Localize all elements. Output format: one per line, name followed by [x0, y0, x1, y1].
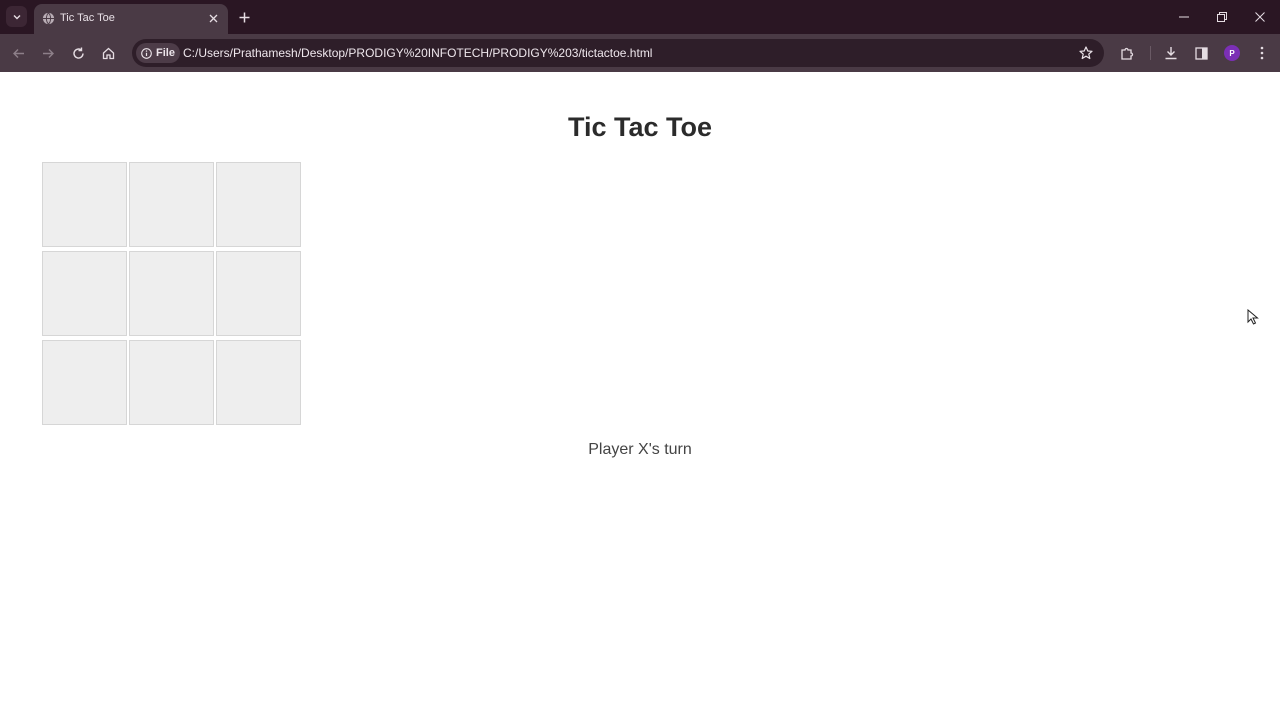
- board-cell[interactable]: [216, 251, 301, 336]
- home-icon: [102, 47, 114, 59]
- site-chip-label: File: [156, 47, 175, 59]
- restore-icon: [1217, 12, 1227, 22]
- url-text[interactable]: C:/Users/Prathamesh/Desktop/PRODIGY%20IN…: [183, 46, 652, 60]
- globe-icon: [42, 12, 55, 25]
- extensions-button[interactable]: [1118, 44, 1136, 62]
- star-icon: [1079, 46, 1093, 60]
- board-cell[interactable]: [129, 162, 214, 247]
- minimize-icon: [1179, 16, 1189, 18]
- game-title: Tic Tac Toe: [567, 112, 713, 142]
- home-button[interactable]: [99, 44, 117, 62]
- board-cell[interactable]: [216, 162, 301, 247]
- side-panel-button[interactable]: [1192, 44, 1210, 62]
- close-window-button[interactable]: [1252, 9, 1268, 25]
- info-icon: [141, 47, 152, 59]
- restore-button[interactable]: [1214, 9, 1230, 25]
- forward-button[interactable]: [39, 44, 57, 62]
- mouse-cursor-icon: [1247, 309, 1259, 325]
- address-bar[interactable]: File C:/Users/Prathamesh/Desktop/PRODIGY…: [132, 39, 1104, 67]
- download-icon: [1165, 47, 1177, 60]
- chevron-down-icon: [13, 14, 20, 19]
- bookmark-button[interactable]: [1078, 45, 1094, 61]
- side-panel-icon: [1194, 46, 1208, 60]
- plus-icon: [239, 12, 249, 22]
- turn-status: Player X's turn: [588, 441, 692, 458]
- board-cell[interactable]: [216, 340, 301, 425]
- close-icon: [1255, 12, 1265, 22]
- board-cell[interactable]: [129, 340, 214, 425]
- page-content: Tic Tac Toe Player X's turn: [0, 72, 1280, 720]
- board-cell[interactable]: [42, 251, 127, 336]
- browser-tab-active[interactable]: Tic Tac Toe: [34, 4, 228, 34]
- board-cell[interactable]: [42, 340, 127, 425]
- tab-search-button[interactable]: [6, 6, 27, 27]
- site-info-chip[interactable]: File: [136, 43, 180, 63]
- board-cell[interactable]: [129, 251, 214, 336]
- toolbar-divider: [1150, 46, 1151, 60]
- tab-title: Tic Tac Toe: [60, 12, 115, 24]
- board-cell[interactable]: [42, 162, 127, 247]
- reload-button[interactable]: [69, 44, 87, 62]
- back-arrow-icon: [12, 48, 24, 58]
- kebab-menu-icon: [1260, 46, 1264, 60]
- close-icon: [209, 14, 217, 22]
- tab-close-button[interactable]: [206, 11, 220, 25]
- back-button[interactable]: [9, 44, 27, 62]
- downloads-button[interactable]: [1162, 44, 1180, 62]
- browser-menu-button[interactable]: [1253, 44, 1271, 62]
- browser-tab-bar: Tic Tac Toe: [0, 0, 1280, 34]
- browser-toolbar: File C:/Users/Prathamesh/Desktop/PRODIGY…: [0, 34, 1280, 72]
- minimize-button[interactable]: [1176, 9, 1192, 25]
- new-tab-button[interactable]: [236, 9, 252, 25]
- extensions-icon: [1120, 47, 1133, 60]
- forward-arrow-icon: [42, 48, 54, 58]
- reload-icon: [72, 47, 84, 59]
- profile-avatar[interactable]: P: [1224, 45, 1240, 61]
